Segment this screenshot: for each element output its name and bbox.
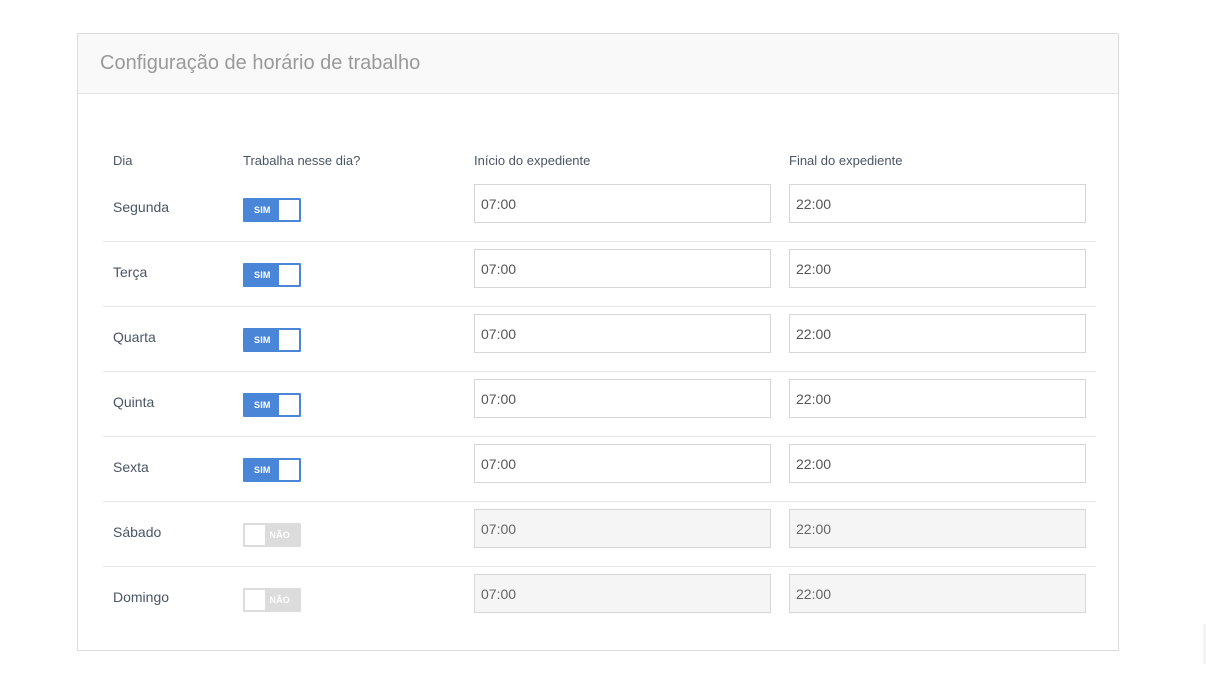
day-label: Sexta xyxy=(113,459,149,475)
end-time-input[interactable] xyxy=(789,379,1086,418)
day-label: Segunda xyxy=(113,199,170,215)
table-header: Dia Trabalha nesse dia? Início do expedi… xyxy=(103,128,1096,177)
start-time-input[interactable] xyxy=(474,249,771,288)
work-day-toggle[interactable]: SIM xyxy=(243,393,301,417)
table-row: Segunda SIM xyxy=(103,177,1096,242)
end-time-input xyxy=(789,574,1086,613)
work-day-toggle[interactable]: NÃO xyxy=(243,588,301,612)
toggle-knob xyxy=(279,395,299,415)
end-time-input xyxy=(789,509,1086,548)
header-final: Final do expediente xyxy=(789,153,903,168)
table-row: Quinta SIM xyxy=(103,372,1096,437)
start-time-input xyxy=(474,509,771,548)
day-label: Sábado xyxy=(113,524,162,540)
end-time-input[interactable] xyxy=(789,444,1086,483)
start-time-input[interactable] xyxy=(474,444,771,483)
work-day-toggle[interactable]: SIM xyxy=(243,263,301,287)
work-day-toggle[interactable]: SIM xyxy=(243,198,301,222)
header-inicio: Início do expediente xyxy=(474,153,591,168)
toggle-knob xyxy=(279,265,299,285)
table-body: Segunda SIM Terça SIM Quarta xyxy=(103,177,1096,632)
work-day-toggle[interactable]: SIM xyxy=(243,458,301,482)
toggle-label: NÃO xyxy=(269,595,290,605)
toggle-knob xyxy=(279,200,299,220)
table-row: Sábado NÃO xyxy=(103,502,1096,567)
start-time-input xyxy=(474,574,771,613)
panel-header: Configuração de horário de trabalho xyxy=(78,34,1118,94)
work-day-toggle[interactable]: NÃO xyxy=(243,523,301,547)
day-label: Quarta xyxy=(113,329,156,345)
work-day-toggle[interactable]: SIM xyxy=(243,328,301,352)
start-time-input[interactable] xyxy=(474,379,771,418)
toggle-knob xyxy=(279,330,299,350)
start-time-input[interactable] xyxy=(474,314,771,353)
header-dia: Dia xyxy=(113,153,133,168)
toggle-label: SIM xyxy=(254,335,271,345)
toggle-label: SIM xyxy=(254,270,271,280)
table-row: Terça SIM xyxy=(103,242,1096,307)
day-label: Domingo xyxy=(113,589,170,605)
toggle-label: SIM xyxy=(254,400,271,410)
schedule-table: Dia Trabalha nesse dia? Início do expedi… xyxy=(103,128,1096,632)
table-row: Domingo NÃO xyxy=(103,567,1096,632)
toggle-knob xyxy=(245,590,265,610)
toggle-label: SIM xyxy=(254,465,271,475)
panel-title: Configuração de horário de trabalho xyxy=(100,52,421,74)
header-trabalha: Trabalha nesse dia? xyxy=(243,153,361,168)
end-time-input[interactable] xyxy=(789,314,1086,353)
toggle-knob xyxy=(245,525,265,545)
day-label: Terça xyxy=(113,264,148,280)
work-schedule-panel: Configuração de horário de trabalho Dia … xyxy=(77,33,1119,651)
end-time-input[interactable] xyxy=(789,184,1086,223)
start-time-input[interactable] xyxy=(474,184,771,223)
day-label: Quinta xyxy=(113,394,155,410)
table-row: Quarta SIM xyxy=(103,307,1096,372)
toggle-label: SIM xyxy=(254,205,271,215)
toggle-label: NÃO xyxy=(269,530,290,540)
toggle-knob xyxy=(279,460,299,480)
table-row: Sexta SIM xyxy=(103,437,1096,502)
end-time-input[interactable] xyxy=(789,249,1086,288)
